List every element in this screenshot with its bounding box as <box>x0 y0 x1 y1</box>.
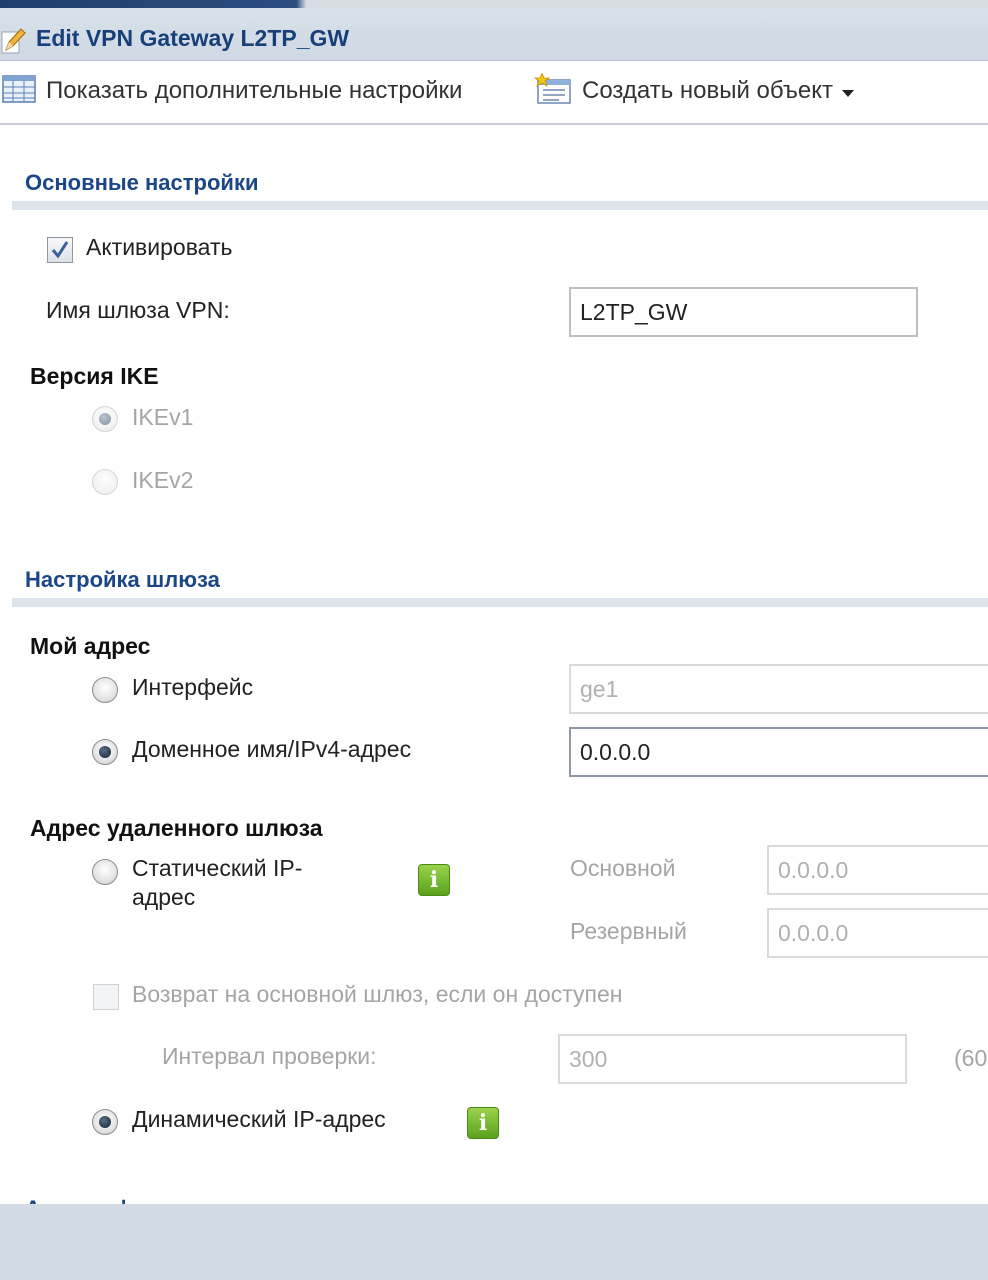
window-top-strip <box>0 0 988 8</box>
domain-ipv4-input[interactable] <box>569 727 988 777</box>
interface-radio[interactable] <box>92 677 118 703</box>
check-interval-hint: (60 <box>954 1045 988 1071</box>
section-title-authentication-partial: Аутентификация <box>25 1190 210 1204</box>
section-title-gateway: Настройка шлюза <box>25 567 220 592</box>
domain-ipv4-label: Доменное имя/IPv4-адрес <box>132 736 412 762</box>
fallback-checkbox[interactable] <box>93 984 119 1010</box>
toolbar: Показать дополнительные настройки Создат… <box>0 61 988 125</box>
dynamic-ip-label: Динамический IP-адрес <box>132 1106 386 1132</box>
fallback-label: Возврат на основной шлюз, если он доступ… <box>132 981 623 1007</box>
interface-select[interactable] <box>569 664 988 714</box>
ikev2-label: IKEv2 <box>132 467 194 493</box>
static-ip-label-line2: адрес <box>132 884 196 910</box>
ikev1-label: IKEv1 <box>132 404 194 430</box>
static-ip-info-icon[interactable]: i <box>418 864 450 896</box>
gateway-name-label: Имя шлюза VPN: <box>46 297 230 323</box>
dialog-bottom-bar <box>0 1204 988 1280</box>
activate-checkbox[interactable] <box>47 237 73 263</box>
table-settings-icon <box>2 74 36 108</box>
static-ip-label-line1: Статический IP- <box>132 855 303 881</box>
ike-version-label: Версия IKE <box>30 363 159 389</box>
primary-ip-input[interactable] <box>767 845 988 895</box>
check-interval-label: Интервал проверки: <box>162 1043 377 1069</box>
dynamic-ip-info-icon[interactable]: i <box>467 1107 499 1139</box>
check-interval-input[interactable] <box>558 1034 907 1084</box>
my-address-label: Мой адрес <box>30 633 151 659</box>
section-divider-gateway <box>12 598 988 607</box>
section-divider-general <box>12 201 988 210</box>
create-new-object-label: Создать новый объект <box>582 77 833 104</box>
dynamic-ip-radio[interactable] <box>92 1109 118 1135</box>
show-advanced-settings-label: Показать дополнительные настройки <box>46 77 463 104</box>
backup-ip-input[interactable] <box>767 908 988 958</box>
domain-ipv4-radio[interactable] <box>92 739 118 765</box>
edit-pencil-icon <box>0 26 26 56</box>
dialog-title: Edit VPN Gateway L2TP_GW <box>36 25 350 51</box>
dialog-title-bar: Edit VPN Gateway L2TP_GW <box>0 8 988 61</box>
show-advanced-settings-button[interactable]: Показать дополнительные настройки <box>2 74 463 108</box>
create-new-object-button[interactable]: Создать новый объект <box>533 71 854 110</box>
remote-gateway-label: Адрес удаленного шлюза <box>30 815 323 841</box>
ikev2-radio[interactable] <box>92 469 118 495</box>
primary-label: Основной <box>570 855 676 881</box>
section-title-general: Основные настройки <box>25 170 259 195</box>
static-ip-radio[interactable] <box>92 859 118 885</box>
checkmark-icon <box>51 241 69 259</box>
gateway-name-input[interactable] <box>569 287 918 337</box>
new-object-icon <box>533 71 572 110</box>
chevron-down-icon <box>841 89 854 97</box>
backup-label: Резервный <box>570 918 687 944</box>
activate-label: Активировать <box>86 234 233 260</box>
section-title-authentication: Аутентификация <box>25 1196 210 1204</box>
interface-label: Интерфейс <box>132 674 254 700</box>
ikev1-radio[interactable] <box>92 406 118 432</box>
